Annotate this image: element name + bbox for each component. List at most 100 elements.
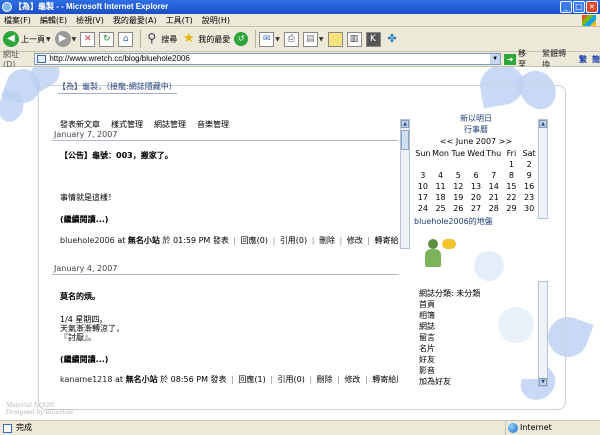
favorites-button[interactable]: ★ 我的最愛 (181, 32, 230, 47)
back-arrow-icon: ◀ (3, 31, 19, 47)
calendar-day[interactable]: 20 (467, 193, 485, 202)
calendar-day[interactable]: 9 (520, 171, 538, 180)
calendar-day[interactable]: 27 (467, 204, 485, 213)
calendar-day[interactable]: 15 (503, 182, 521, 191)
post-site[interactable]: 無名小站 (128, 236, 160, 245)
calendar-day[interactable]: 25 (432, 204, 450, 213)
calendar-day[interactable]: 23 (520, 193, 538, 202)
menu-help[interactable]: 說明(H) (202, 15, 230, 26)
scroll-up-icon[interactable]: ▲ (401, 120, 409, 128)
menu-view[interactable]: 檢視(V) (76, 15, 104, 26)
sidebar-item-home[interactable]: 首頁 (419, 299, 480, 310)
calendar-day[interactable]: 29 (503, 204, 521, 213)
tools-button[interactable]: ✤ (385, 32, 400, 47)
sidebar-scrollbar[interactable]: ▼ (538, 281, 548, 387)
calendar-scrollbar[interactable]: ▲ (538, 119, 548, 219)
forward-link[interactable]: 轉寄給朋友 (375, 236, 398, 245)
scroll-thumb[interactable] (401, 130, 409, 150)
sidebar-item-card[interactable]: 名片 (419, 343, 480, 354)
calendar-day[interactable]: 12 (449, 182, 467, 191)
chevron-down-icon[interactable]: ▼ (490, 54, 501, 64)
post-footer: bluehole2006 at 無名小站 於 01:59 PM 發表 | 回應(… (60, 235, 398, 246)
sidebar-item-blog[interactable]: 網誌 (419, 321, 480, 332)
calendar-day[interactable]: 6 (467, 171, 485, 180)
calendar-day[interactable]: 21 (485, 193, 503, 202)
scroll-up-icon[interactable]: ▲ (539, 120, 547, 128)
calendar-day[interactable]: 17 (414, 193, 432, 202)
post-title[interactable]: 【公告】龜號：003，搬家了。 (60, 150, 398, 161)
calendar-day[interactable]: 19 (449, 193, 467, 202)
edit-page-button[interactable]: ▤ ▼ (302, 31, 324, 47)
calendar-nav[interactable]: << June 2007 >> (414, 137, 538, 146)
reply-link[interactable]: 回應(1) (238, 375, 265, 384)
calendar-day[interactable]: 11 (432, 182, 450, 191)
calendar-day[interactable]: 5 (449, 171, 467, 180)
calendar-day[interactable]: 8 (503, 171, 521, 180)
delete-link[interactable]: 刪除 (319, 236, 335, 245)
menu-edit[interactable]: 編輯(E) (40, 15, 67, 26)
calendar-day[interactable]: 28 (485, 204, 503, 213)
menu-favorites[interactable]: 我的最愛(A) (113, 15, 157, 26)
close-button[interactable]: × (586, 1, 598, 13)
minimize-button[interactable]: _ (560, 1, 572, 13)
sidebar-item-friends[interactable]: 好友 (419, 354, 480, 365)
menu-file[interactable]: 檔案(F) (4, 15, 31, 26)
blog-title[interactable]: 【為】龜製，（接龍:網誌隱藏中） (58, 81, 177, 94)
discuss-button[interactable] (327, 31, 343, 47)
calendar-day[interactable]: 1 (503, 160, 521, 169)
quote-link[interactable]: 引用(0) (278, 375, 305, 384)
forward-button[interactable]: ▶ ▼ (54, 31, 76, 47)
profile-box: 網誌分類: 未分類 首頁 相簿 網誌 留言 名片 好友 影音 加為好友 (414, 231, 538, 386)
edit-link[interactable]: 修改 (347, 236, 363, 245)
post-author[interactable]: kaname1218 (60, 375, 112, 384)
mail-button[interactable]: ✉ ▼ (259, 31, 280, 47)
post-site[interactable]: 無名小站 (126, 375, 158, 384)
print-button[interactable]: ⎙ (283, 31, 299, 47)
post-author[interactable]: bluehole2006 (60, 236, 115, 245)
sidebar-item-album[interactable]: 相簿 (419, 310, 480, 321)
calendar-day[interactable]: 22 (503, 193, 521, 202)
calendar-day[interactable]: 14 (485, 182, 503, 191)
calendar-day[interactable]: 30 (520, 204, 538, 213)
calendar-day[interactable]: 26 (449, 204, 467, 213)
back-button[interactable]: ◀ 上一頁 ▼ (3, 31, 51, 47)
chevron-down-icon: ▼ (318, 35, 324, 43)
simplified-button[interactable]: 簡 (592, 54, 600, 65)
sidebar-item-add-friend[interactable]: 加為好友 (419, 376, 480, 387)
calendar-weekday: Sun (415, 149, 431, 158)
reply-link[interactable]: 回應(0) (241, 236, 268, 245)
post-scrollbar[interactable]: ▲ (400, 119, 410, 249)
history-button[interactable]: ↺ (234, 32, 249, 46)
calendar-day[interactable]: 3 (414, 171, 432, 180)
calendar-day[interactable]: 16 (520, 182, 538, 191)
sidebar-item-guestbook[interactable]: 留言 (419, 332, 480, 343)
calendar-day[interactable]: 18 (432, 193, 450, 202)
read-more-link[interactable]: (繼續閱讀...) (60, 354, 398, 365)
calendar-day[interactable]: 24 (414, 204, 432, 213)
refresh-button[interactable]: ↻ (99, 31, 115, 47)
sidebar-item-video[interactable]: 影音 (419, 365, 480, 376)
search-button[interactable]: ⚲ 搜尋 (144, 31, 177, 47)
calendar-day[interactable]: 10 (414, 182, 432, 191)
stop-button[interactable]: ✕ (80, 31, 96, 47)
maximize-button[interactable]: □ (573, 1, 585, 13)
edit-link[interactable]: 修改 (344, 375, 360, 384)
calendar-day[interactable]: 4 (432, 171, 450, 180)
delete-link[interactable]: 刪除 (317, 375, 333, 384)
scroll-down-icon[interactable]: ▼ (539, 378, 547, 386)
address-input[interactable]: http://www.wretch.cc/blog/bluehole2006 ▼ (34, 53, 502, 65)
post-title[interactable]: 莫名的煩。 (60, 291, 398, 302)
map-link[interactable]: bluehole2006的地盤 (414, 216, 538, 227)
forward-link[interactable]: 轉寄給朋友 (372, 375, 398, 384)
toolbar-divider (255, 30, 257, 48)
research-button[interactable]: ▥ (346, 31, 362, 47)
calendar-day[interactable]: 13 (467, 182, 485, 191)
menu-tools[interactable]: 工具(T) (166, 15, 193, 26)
messenger-button[interactable]: K (365, 31, 381, 47)
traditional-button[interactable]: 繁 (579, 54, 587, 65)
read-more-link[interactable]: (繼續閱讀...) (60, 214, 398, 225)
calendar-day[interactable]: 2 (520, 160, 538, 169)
calendar-day[interactable]: 7 (485, 171, 503, 180)
quote-link[interactable]: 引用(0) (280, 236, 307, 245)
home-button[interactable]: ⌂ (118, 31, 134, 47)
